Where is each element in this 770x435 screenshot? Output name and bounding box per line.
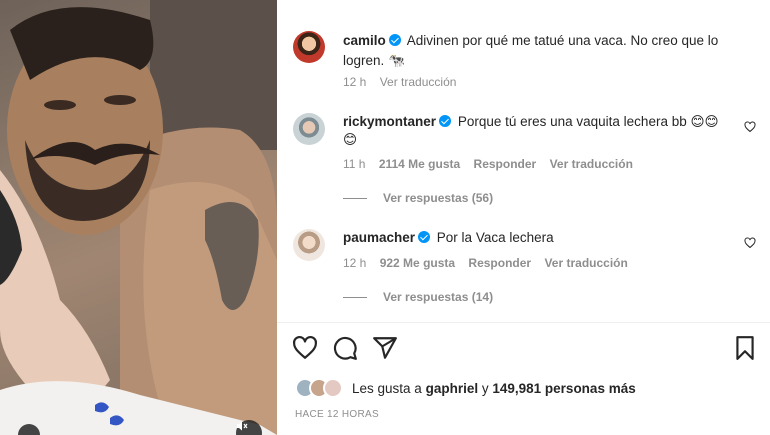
comment-2: paumacher Por la Vaca lechera (343, 228, 554, 248)
heart-icon[interactable] (292, 335, 318, 361)
comment-1: rickymontaner Porque tú eres una vaquita… (343, 112, 733, 132)
comment-2-likes[interactable]: 922 Me gusta (380, 256, 455, 270)
comment-2-reply[interactable]: Responder (468, 256, 531, 270)
comments-panel: camilo Adivinen por qué me tatué una vac… (277, 0, 770, 435)
comment-1-line2: 😊 (343, 130, 357, 150)
comment-2-text: Por la Vaca lechera (436, 230, 554, 245)
comment-2-username[interactable]: paumacher (343, 230, 415, 245)
comment-1-view-replies-label: Ver respuestas (56) (383, 191, 494, 205)
comment-2-view-replies-label: Ver respuestas (14) (383, 290, 494, 304)
cow-emoji: 🐄 (388, 53, 405, 68)
verified-icon (439, 115, 452, 127)
replies-dash (343, 297, 367, 299)
likes-user[interactable]: gaphriel (426, 381, 479, 396)
caption: camilo Adivinen por qué me tatué una vac… (343, 31, 753, 51)
comment-1-meta: 11 h 2114 Me gusta Responder Ver traducc… (343, 156, 643, 172)
avatar-rickymontaner[interactable] (293, 113, 325, 145)
caption-translate[interactable]: Ver traducción (380, 75, 457, 89)
caption-meta: 12 h Ver traducción (343, 74, 466, 90)
comment-2-time: 12 h (343, 256, 367, 270)
verified-icon (388, 34, 401, 46)
comment-1-likes[interactable]: 2114 Me gusta (379, 157, 460, 171)
comment-icon[interactable] (332, 335, 358, 361)
comment-1-reply[interactable]: Responder (474, 157, 537, 171)
caption-time: 12 h (343, 75, 367, 89)
comment-1-view-replies[interactable]: Ver respuestas (56) (343, 190, 493, 206)
comment-2-meta: 12 h 922 Me gusta Responder Ver traducci… (343, 255, 638, 271)
caption-username[interactable]: camilo (343, 33, 386, 48)
avatar-camilo[interactable] (293, 31, 325, 63)
post-media[interactable] (0, 0, 277, 435)
comment-1-text-line2: 😊 (343, 132, 358, 147)
mute-icon (237, 421, 248, 431)
post-timestamp: HACE 12 HORAS (295, 409, 379, 420)
comment-2-view-replies[interactable]: Ver respuestas (14) (343, 289, 493, 305)
comment-1-text: Porque tú eres una vaquita lechera bb 😊😊 (457, 114, 719, 129)
likes-summary[interactable]: Les gusta a gaphriel y 149,981 personas … (352, 381, 636, 396)
action-bar (277, 335, 770, 363)
likes-connector: y (481, 381, 489, 396)
likes-count[interactable]: 149,981 personas más (492, 381, 635, 396)
caption-line2: logren. 🐄 (343, 51, 405, 71)
caption-text-line2: logren. (343, 53, 385, 68)
section-divider (277, 322, 770, 323)
comment-2-like-icon[interactable] (744, 237, 756, 249)
avatar-paumacher[interactable] (293, 229, 325, 261)
liker-avatar (323, 378, 343, 398)
comment-1-username[interactable]: rickymontaner (343, 114, 436, 129)
likes-prefix: Les gusta a (352, 381, 422, 396)
comment-1-like-icon[interactable] (744, 121, 756, 133)
replies-dash (343, 198, 367, 200)
comment-1-time: 11 h (343, 157, 366, 171)
media-image (0, 0, 277, 435)
share-icon[interactable] (372, 335, 398, 361)
verified-icon (418, 231, 431, 243)
comment-1-translate[interactable]: Ver traducción (550, 157, 633, 171)
caption-text: Adivinen por qué me tatué una vaca. No c… (406, 33, 719, 48)
comment-2-translate[interactable]: Ver traducción (544, 256, 627, 270)
bookmark-icon[interactable] (732, 335, 758, 361)
